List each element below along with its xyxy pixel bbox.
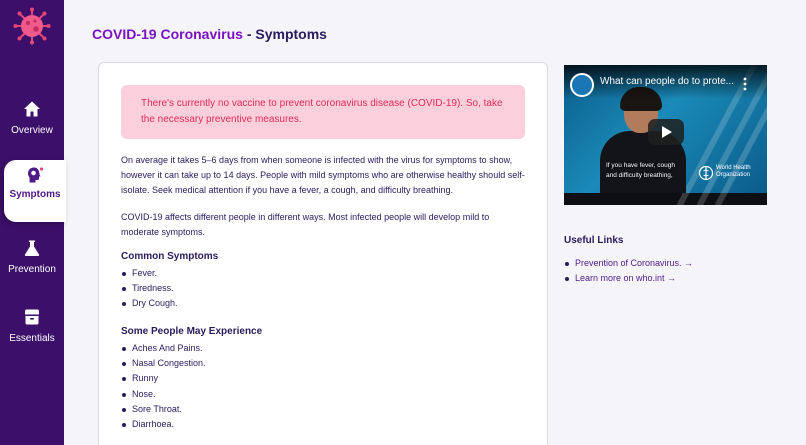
sidebar-item-label: Essentials xyxy=(9,333,55,344)
sidebar-item-label: Overview xyxy=(11,125,53,136)
list-item: Diarrhoea. xyxy=(121,417,206,432)
common-symptoms-list: Fever. Tiredness. Dry Cough. xyxy=(121,266,178,312)
some-people-heading: Some People May Experience xyxy=(121,326,263,337)
intro-paragraph: On average it takes 5–6 days from when s… xyxy=(121,155,525,196)
some-people-list: Aches And Pains. Nasal Congestion. Runny… xyxy=(121,341,206,432)
flask-icon xyxy=(24,240,40,256)
sidebar-item-label: Symptoms xyxy=(9,189,61,200)
list-item: Nose. xyxy=(121,387,206,402)
virus-logo-icon[interactable] xyxy=(12,6,52,46)
sidebar-item-prevention[interactable]: Prevention xyxy=(0,235,64,297)
list-item: Runny xyxy=(121,371,206,386)
video-player[interactable]: What can people do to prote... If you ha… xyxy=(564,65,767,205)
list-item: Learn more on who.int → xyxy=(564,271,693,286)
who-emblem-icon xyxy=(698,165,714,181)
play-icon xyxy=(662,126,672,138)
sidebar-item-essentials[interactable]: Essentials xyxy=(0,304,64,366)
channel-avatar-icon[interactable] xyxy=(570,73,594,97)
useful-links-heading: Useful Links xyxy=(564,235,624,246)
who-name-line2: Organization xyxy=(716,172,751,178)
list-item: Aches And Pains. xyxy=(121,341,206,356)
symptoms-card: There's currently no vaccine to prevent … xyxy=(98,62,548,445)
sidebar-item-label: Prevention xyxy=(8,264,56,275)
vaccine-alert: There's currently no vaccine to prevent … xyxy=(121,85,525,139)
who-link[interactable]: Learn more on who.int → xyxy=(575,273,676,283)
list-item: Tiredness. xyxy=(121,281,178,296)
common-symptoms-heading: Common Symptoms xyxy=(121,251,219,262)
prevention-link[interactable]: Prevention of Coronavirus. → xyxy=(575,258,693,268)
box-icon xyxy=(25,309,39,325)
sidebar-item-symptoms[interactable]: Symptoms xyxy=(4,160,66,222)
list-item: Sore Throat. xyxy=(121,402,206,417)
video-title[interactable]: What can people do to prote... xyxy=(600,76,734,87)
sidebar-item-overview[interactable]: Overview xyxy=(0,96,64,158)
video-caption: If you have fever, cough and difficulty … xyxy=(606,162,676,179)
play-button[interactable] xyxy=(648,119,684,145)
list-item: Fever. xyxy=(121,266,178,281)
list-item: Dry Cough. xyxy=(121,296,178,311)
home-icon xyxy=(24,101,40,117)
who-logo: World Health Organization xyxy=(698,163,762,183)
page-title-accent: COVID-19 Coronavirus xyxy=(92,26,243,42)
useful-links-list: Prevention of Coronavirus. → Learn more … xyxy=(564,256,693,286)
more-options-icon[interactable] xyxy=(742,77,748,91)
list-item: Prevention of Coronavirus. → xyxy=(564,256,693,271)
page-title: COVID-19 Coronavirus - Symptoms xyxy=(92,26,327,42)
sidebar: Overview Symptoms Prevention Essentials xyxy=(0,0,66,445)
page-title-section: - Symptoms xyxy=(242,26,327,42)
who-name-line1: World Health xyxy=(716,165,751,171)
list-item: Nasal Congestion. xyxy=(121,356,206,371)
affects-paragraph: COVID-19 affects different people in dif… xyxy=(121,212,490,238)
head-virus-icon xyxy=(28,167,44,183)
